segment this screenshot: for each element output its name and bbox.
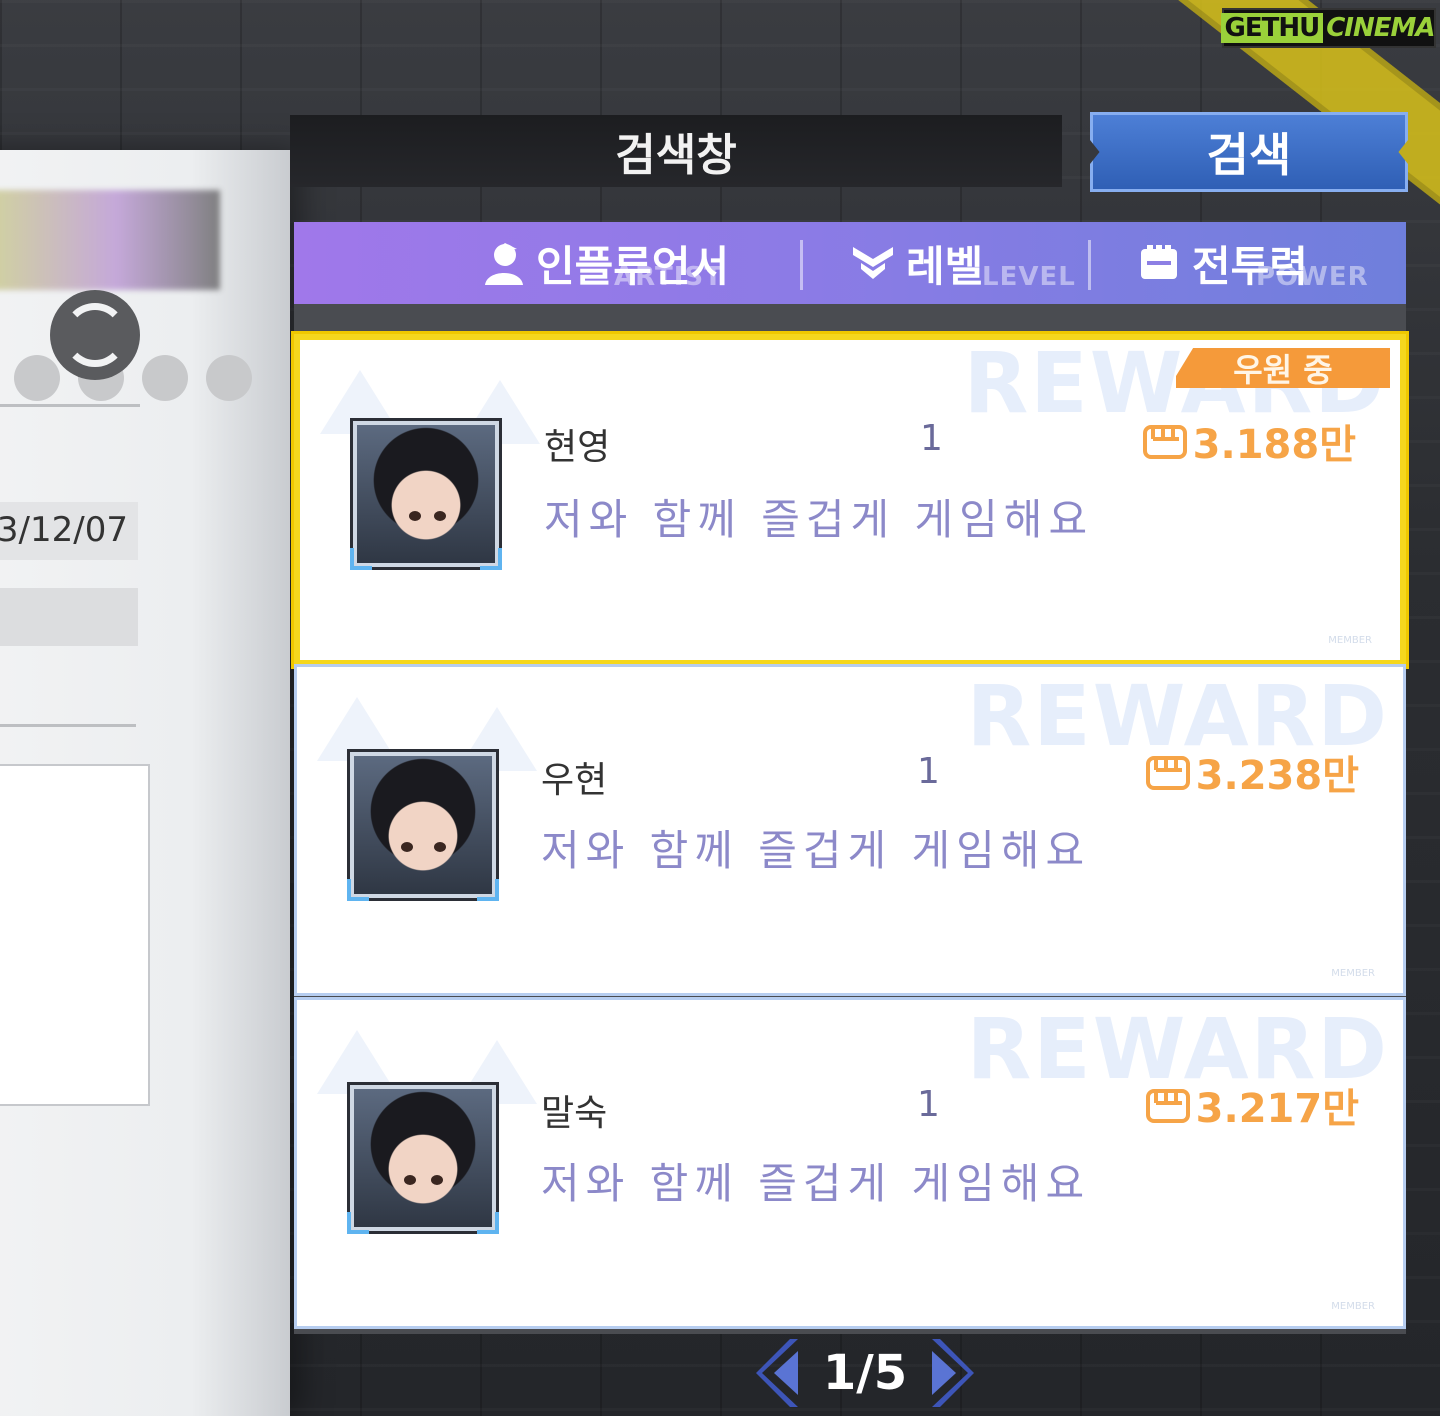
list-item[interactable]: REWARD 우원 중 현영 1 저와 함께 즐겁게 게임해요 3.188만 M… bbox=[294, 334, 1406, 666]
sort-tab-bar: 인플루언서 ARTIST 레벨 LEVEL 전투력 POWER bbox=[294, 222, 1406, 304]
person-icon bbox=[480, 240, 526, 286]
power-value: 3.188만 bbox=[1142, 412, 1356, 470]
next-page-button[interactable] bbox=[923, 1333, 979, 1413]
status-message: 저와 함께 즐겁게 게임해요 bbox=[541, 826, 1091, 875]
divider bbox=[0, 724, 136, 727]
avatar bbox=[347, 1082, 499, 1234]
text-area[interactable] bbox=[0, 764, 150, 1106]
status-message: 저와 함께 즐겁게 게임해요 bbox=[544, 495, 1094, 544]
indicator-dot bbox=[142, 355, 188, 401]
tab-level[interactable]: 레벨 LEVEL bbox=[850, 222, 1075, 304]
fist-icon bbox=[1142, 421, 1187, 461]
status-badge: 우원 중 bbox=[1176, 348, 1390, 388]
page-indicator: 1/5 bbox=[822, 1345, 908, 1401]
pagination: 1/5 bbox=[750, 1330, 980, 1416]
left-header-strip bbox=[0, 190, 220, 290]
influencer-name: 우현 bbox=[541, 760, 608, 801]
tab-power[interactable]: 전투력 POWER bbox=[1136, 222, 1368, 304]
fist-icon bbox=[1145, 1085, 1190, 1125]
date-field[interactable]: 3/12/07 bbox=[0, 502, 138, 560]
level-value: 1 bbox=[917, 751, 940, 792]
influencer-name: 현영 bbox=[544, 427, 611, 468]
list-item[interactable]: REWARD 말숙 1 저와 함께 즐겁게 게임해요 3.217만 MEMBER bbox=[294, 997, 1406, 1329]
indicator-dot bbox=[206, 355, 252, 401]
avatar bbox=[350, 418, 502, 570]
level-value: 1 bbox=[917, 1084, 940, 1125]
chevron-left-icon bbox=[755, 1339, 798, 1407]
prev-page-button[interactable] bbox=[751, 1333, 807, 1413]
list-item[interactable]: REWARD 우현 1 저와 함께 즐겁게 게임해요 3.238만 MEMBER bbox=[294, 664, 1406, 996]
text-field[interactable] bbox=[0, 588, 138, 646]
avatar bbox=[347, 749, 499, 901]
tab-divider bbox=[800, 240, 803, 290]
refresh-icon[interactable] bbox=[50, 290, 140, 380]
fist-icon bbox=[1136, 240, 1182, 286]
tab-artist[interactable]: 인플루언서 ARTIST bbox=[480, 222, 729, 304]
status-message: 저와 함께 즐겁게 게임해요 bbox=[541, 1159, 1091, 1208]
chevron-right-icon bbox=[932, 1339, 975, 1407]
fist-icon bbox=[1145, 752, 1190, 792]
divider bbox=[0, 404, 140, 407]
power-value: 3.217만 bbox=[1145, 1076, 1359, 1134]
level-chevron-icon bbox=[850, 240, 896, 286]
watermark-logo: GETHU CINEMA bbox=[1220, 8, 1436, 48]
influencer-name: 말숙 bbox=[541, 1093, 608, 1134]
level-value: 1 bbox=[920, 418, 943, 459]
indicator-dot bbox=[14, 355, 60, 401]
search-button[interactable]: 검색 bbox=[1090, 112, 1408, 192]
power-value: 3.238만 bbox=[1145, 743, 1359, 801]
tab-divider bbox=[1088, 240, 1091, 290]
search-input[interactable]: 검색창 bbox=[290, 115, 1062, 187]
